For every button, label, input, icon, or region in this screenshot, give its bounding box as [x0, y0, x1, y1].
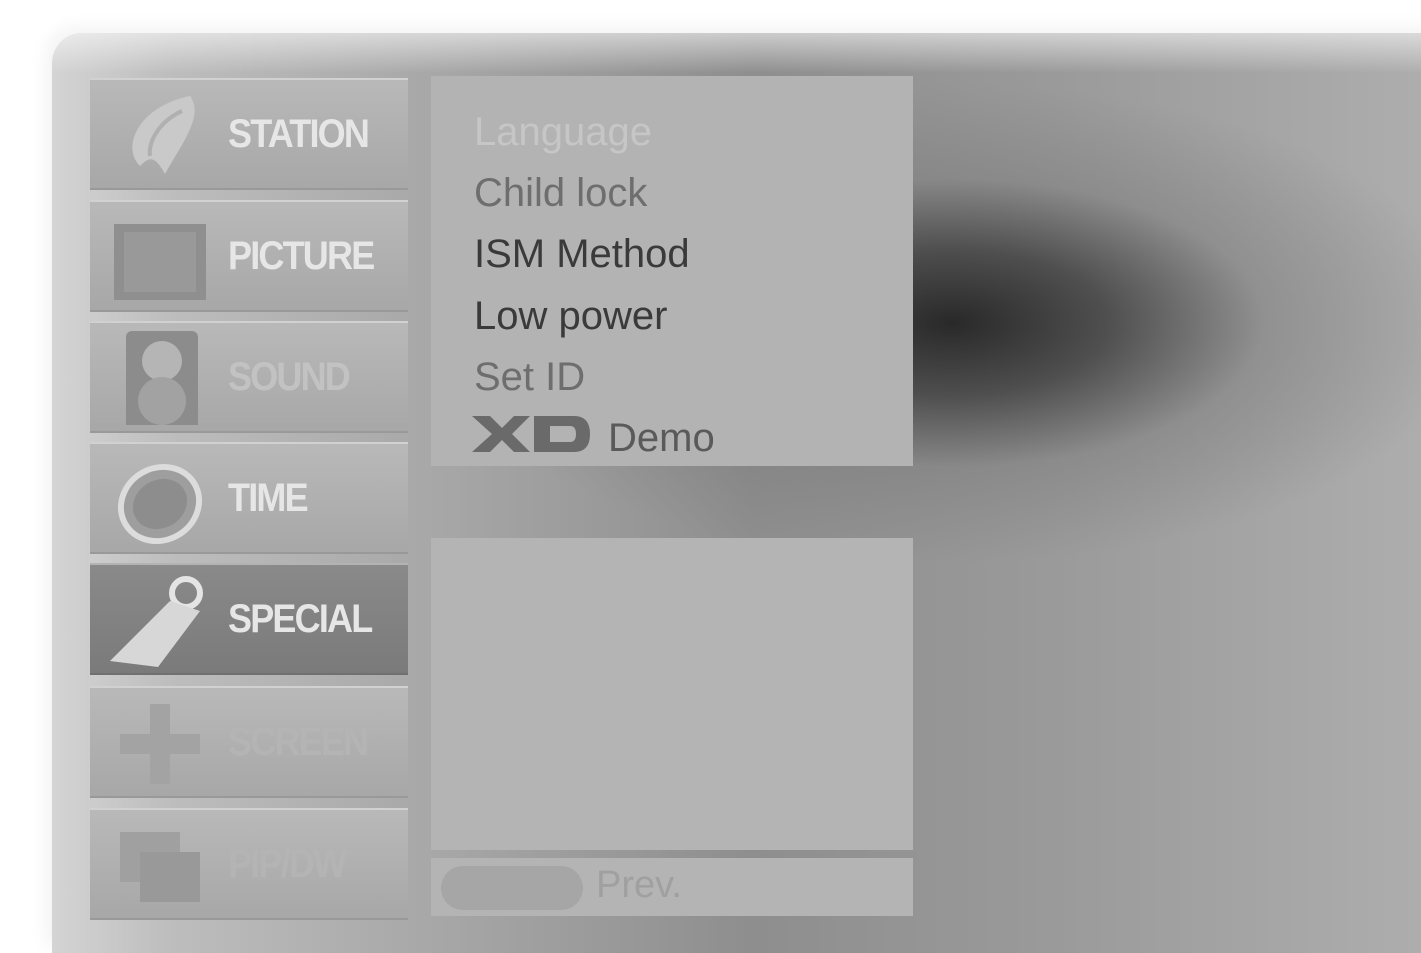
tab-sound[interactable]: SOUND: [90, 321, 408, 433]
option-ism-method[interactable]: ISM Method: [474, 232, 690, 277]
info-panel: [431, 538, 913, 850]
option-set-id[interactable]: Set ID: [474, 355, 585, 400]
tab-picture[interactable]: PICTURE: [90, 200, 408, 312]
tag-icon: [110, 576, 203, 667]
tab-label: PICTURE: [228, 234, 375, 278]
pip-icon: [120, 832, 200, 902]
tab-label: SCREEN: [228, 720, 369, 764]
option-language[interactable]: Language: [474, 110, 652, 155]
prev-label: Prev.: [596, 864, 682, 906]
speaker-icon: [126, 331, 198, 425]
option-xd-demo[interactable]: Demo: [608, 416, 715, 461]
tab-label: STATION: [228, 112, 370, 156]
option-child-lock[interactable]: Child lock: [474, 171, 647, 216]
xd-logo-icon: [472, 416, 590, 452]
move-arrows-icon: [120, 704, 200, 784]
option-low-power[interactable]: Low power: [474, 294, 667, 339]
tab-time[interactable]: TIME: [90, 442, 408, 554]
tab-label: PIP/DW: [228, 842, 347, 886]
tab-special[interactable]: SPECIAL: [90, 563, 408, 675]
tab-label: SOUND: [228, 355, 351, 399]
picture-icon: [114, 224, 206, 300]
tab-pip[interactable]: PIP/DW: [90, 808, 408, 920]
antenna-icon: [132, 96, 195, 174]
clock-icon: [117, 463, 203, 545]
tab-label: SPECIAL: [228, 597, 373, 641]
tab-station[interactable]: STATION: [90, 78, 408, 190]
tab-label: TIME: [228, 476, 309, 520]
menu-key-icon[interactable]: [441, 866, 583, 910]
tab-screen[interactable]: SCREEN: [90, 686, 408, 798]
